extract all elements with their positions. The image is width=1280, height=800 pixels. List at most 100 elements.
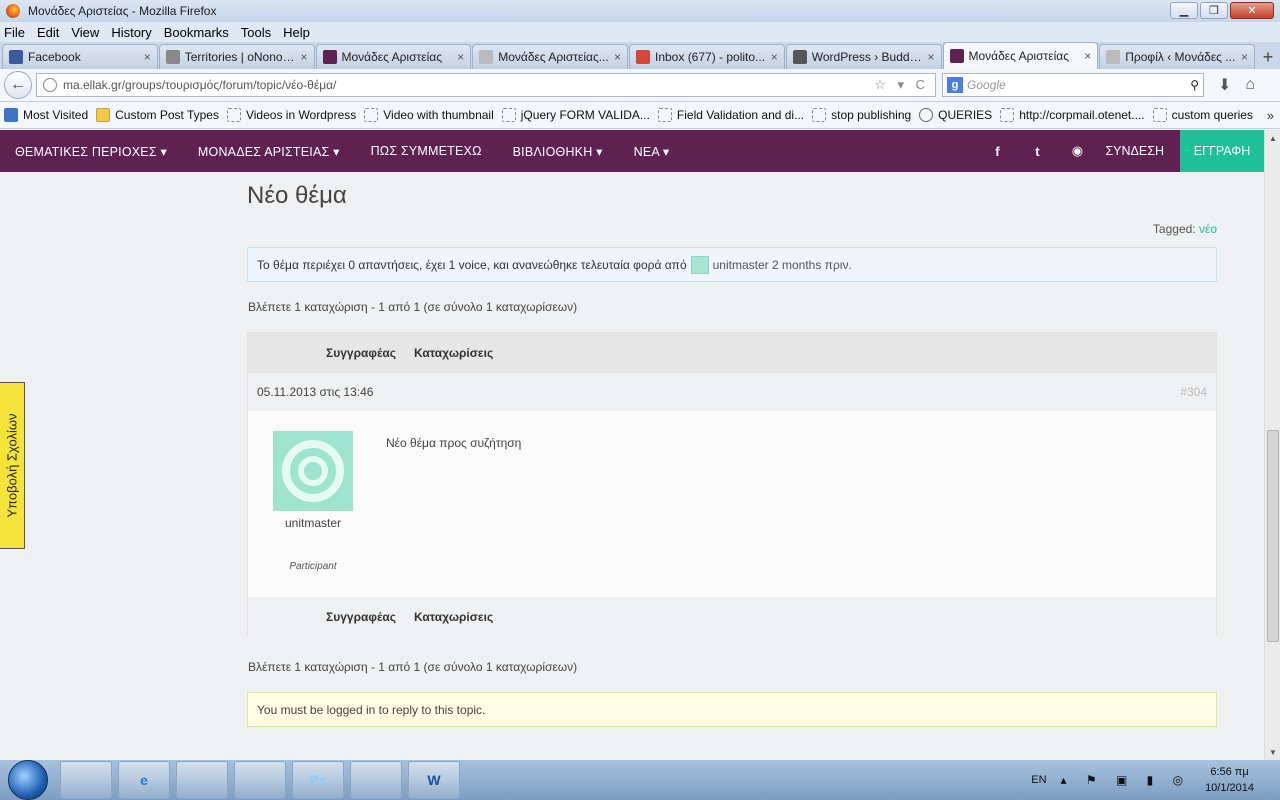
nav-units-of-excellence[interactable]: ΜΟΝΑΔΕΣ ΑΡΙΣΤΕΙΑΣ ▾	[198, 144, 340, 159]
nav-news[interactable]: ΝΕΑ ▾	[634, 144, 670, 159]
url-text[interactable]: ma.ellak.gr/groups/τουρισμός/forum/topic…	[63, 78, 874, 92]
tab-profile[interactable]: Προφίλ ‹ Μονάδες ... ×	[1099, 44, 1255, 69]
close-button[interactable]: ✕	[1230, 2, 1274, 19]
internet-explorer-icon[interactable]: e	[118, 761, 170, 799]
login-link[interactable]: ΣΥΝΔΕΣΗ	[1105, 144, 1164, 158]
google-icon[interactable]: g	[947, 77, 963, 93]
post-content: Νέο θέμα προς συζήτηση	[386, 436, 522, 450]
tab-monades-2[interactable]: Μονάδες Αριστείας... ×	[472, 44, 628, 69]
tab-facebook[interactable]: Facebook ×	[2, 44, 158, 69]
bookmark-label: stop publishing	[831, 108, 912, 122]
home-icon[interactable]: ⌂	[1245, 76, 1255, 94]
editor-icon[interactable]	[350, 761, 402, 799]
globe-icon	[43, 78, 57, 92]
author-name[interactable]: unitmaster	[273, 516, 353, 530]
clock[interactable]: 6:56 πμ 10/1/2014	[1205, 764, 1254, 796]
search-placeholder[interactable]: Google	[967, 78, 1190, 92]
tab-territories[interactable]: Territories | oNonos... ×	[158, 44, 315, 69]
post-date: 05.11.2013 στις 13:46	[257, 385, 374, 399]
tab-close-button[interactable]: ×	[300, 50, 307, 64]
facebook-icon	[9, 50, 23, 64]
post-meta: 05.11.2013 στις 13:46 #304	[248, 373, 1216, 411]
start-button[interactable]	[8, 760, 48, 800]
register-button[interactable]: ΕΓΓΡΑΦΗ	[1180, 130, 1264, 172]
clock-time: 6:56 πμ	[1210, 766, 1249, 778]
word-icon[interactable]: W	[408, 761, 460, 799]
nav-library[interactable]: ΒΙΒΛΙΟΘΗΚΗ ▾	[513, 144, 603, 159]
bookmark-label: Most Visited	[23, 108, 89, 122]
page-content: Νέο θέμα Tagged: νέο Το θέμα περιέχει 0 …	[0, 172, 1264, 760]
tab-close-button[interactable]: ×	[771, 50, 778, 64]
search-box[interactable]: g Google ⚲	[942, 73, 1204, 97]
tab-close-button[interactable]: ×	[144, 50, 151, 64]
tab-label: Facebook	[28, 50, 81, 64]
tab-label: Μονάδες Αριστείας...	[498, 50, 609, 64]
tab-close-button[interactable]: ×	[1241, 50, 1248, 64]
menu-history[interactable]: History	[111, 25, 151, 40]
system-tray: EN ▴ ⚑ ▣ ▮ ◎ 6:56 πμ 10/1/2014	[1031, 760, 1274, 800]
bookmark-item[interactable]: jQuery FORM VALIDA...	[501, 108, 650, 122]
bookmark-item[interactable]: Field Validation and di...	[657, 108, 804, 122]
post-permalink[interactable]: #304	[1180, 385, 1207, 399]
tab-monades-1[interactable]: Μονάδες Αριστείας ×	[315, 44, 472, 69]
twitter-icon[interactable]: t	[1017, 144, 1057, 159]
bookmark-item[interactable]: Custom Post Types	[96, 108, 219, 122]
url-actions[interactable]: ☆ ▾ C	[874, 77, 929, 93]
bookmark-item[interactable]: custom queries	[1152, 108, 1253, 122]
menu-help[interactable]: Help	[283, 25, 310, 40]
tab-close-button[interactable]: ×	[614, 50, 621, 64]
download-icon[interactable]: ⬇	[1218, 75, 1231, 95]
scroll-thumb[interactable]	[1267, 430, 1279, 642]
tag-link[interactable]: νέο	[1199, 222, 1217, 236]
tab-close-button[interactable]: ×	[457, 50, 464, 64]
menu-edit[interactable]: Edit	[37, 25, 59, 40]
tab-gmail[interactable]: Inbox (677) - polito... ×	[629, 44, 785, 69]
avatar[interactable]	[273, 431, 353, 511]
minimize-button[interactable]: ▁	[1170, 2, 1198, 19]
bookmark-item[interactable]: QUERIES	[919, 108, 992, 122]
bookmark-label: Video with thumbnail	[383, 108, 494, 122]
nav-thematic-areas[interactable]: ΘΕΜΑΤΙΚΕΣ ΠΕΡΙΟΧΕΣ ▾	[15, 144, 167, 159]
menu-tools[interactable]: Tools	[241, 25, 271, 40]
bookmark-item[interactable]: Most Visited	[4, 108, 88, 122]
menu-file[interactable]: File	[4, 25, 25, 40]
scroll-down-icon[interactable]: ▼	[1265, 744, 1280, 760]
new-tab-button[interactable]: +	[1256, 45, 1280, 69]
tab-close-button[interactable]: ×	[1084, 49, 1091, 63]
back-button[interactable]: ←	[4, 71, 32, 99]
url-bar[interactable]: ma.ellak.gr/groups/τουρισμός/forum/topic…	[36, 73, 936, 97]
bookmark-item[interactable]: http://corpmail.otenet....	[1000, 108, 1145, 122]
menu-view[interactable]: View	[71, 25, 99, 40]
page-scrollbar[interactable]: ▲ ▼	[1264, 130, 1280, 760]
language-indicator[interactable]: EN	[1031, 774, 1046, 786]
site-icon	[949, 49, 964, 63]
bookmark-item[interactable]: stop publishing	[812, 108, 911, 122]
explorer-icon[interactable]	[60, 761, 112, 799]
scroll-up-icon[interactable]: ▲	[1265, 130, 1280, 146]
tab-label: Inbox (677) - polito...	[655, 50, 766, 64]
feedback-tab[interactable]: Υποβολή Σχολίων	[0, 382, 25, 549]
media-player-icon[interactable]	[234, 761, 286, 799]
tab-monades-active[interactable]: Μονάδες Αριστείας ×	[942, 42, 1099, 69]
pagination-count-top: Βλέπετε 1 καταχώριση - 1 από 1 (σε σύνολ…	[248, 300, 578, 314]
menu-bookmarks[interactable]: Bookmarks	[164, 25, 229, 40]
rss-icon[interactable]: ◉	[1057, 143, 1097, 159]
search-icon[interactable]: ⚲	[1190, 78, 1199, 92]
column-author: Συγγραφέας	[326, 346, 396, 360]
user-avatar-icon[interactable]	[690, 255, 709, 274]
firefox-icon[interactable]	[176, 761, 228, 799]
tab-wordpress[interactable]: WordPress › Buddy... ×	[785, 44, 942, 69]
facebook-icon[interactable]: f	[977, 144, 1017, 159]
bookmark-item[interactable]: Videos in Wordpress	[226, 108, 356, 122]
site-navigation: ΘΕΜΑΤΙΚΕΣ ΠΕΡΙΟΧΕΣ ▾ ΜΟΝΑΔΕΣ ΑΡΙΣΤΕΙΑΣ ▾…	[0, 130, 1264, 172]
photoshop-icon[interactable]: Ps	[292, 761, 344, 799]
restore-button[interactable]: ❐	[1200, 2, 1228, 19]
tray-icons[interactable]: ▴ ⚑ ▣ ▮ ◎	[1061, 773, 1192, 787]
bookmarks-overflow-icon[interactable]: »	[1267, 108, 1274, 123]
topic-info-user[interactable]: unitmaster 2 months πριν.	[713, 258, 852, 272]
login-required-notice: You must be logged in to reply to this t…	[247, 692, 1217, 727]
menu-bar: File Edit View History Bookmarks Tools H…	[0, 22, 1280, 42]
tab-close-button[interactable]: ×	[927, 50, 934, 64]
nav-how-to-participate[interactable]: ΠΩΣ ΣΥΜΜΕΤΕΧΩ	[371, 144, 482, 158]
bookmark-item[interactable]: Video with thumbnail	[364, 108, 494, 122]
